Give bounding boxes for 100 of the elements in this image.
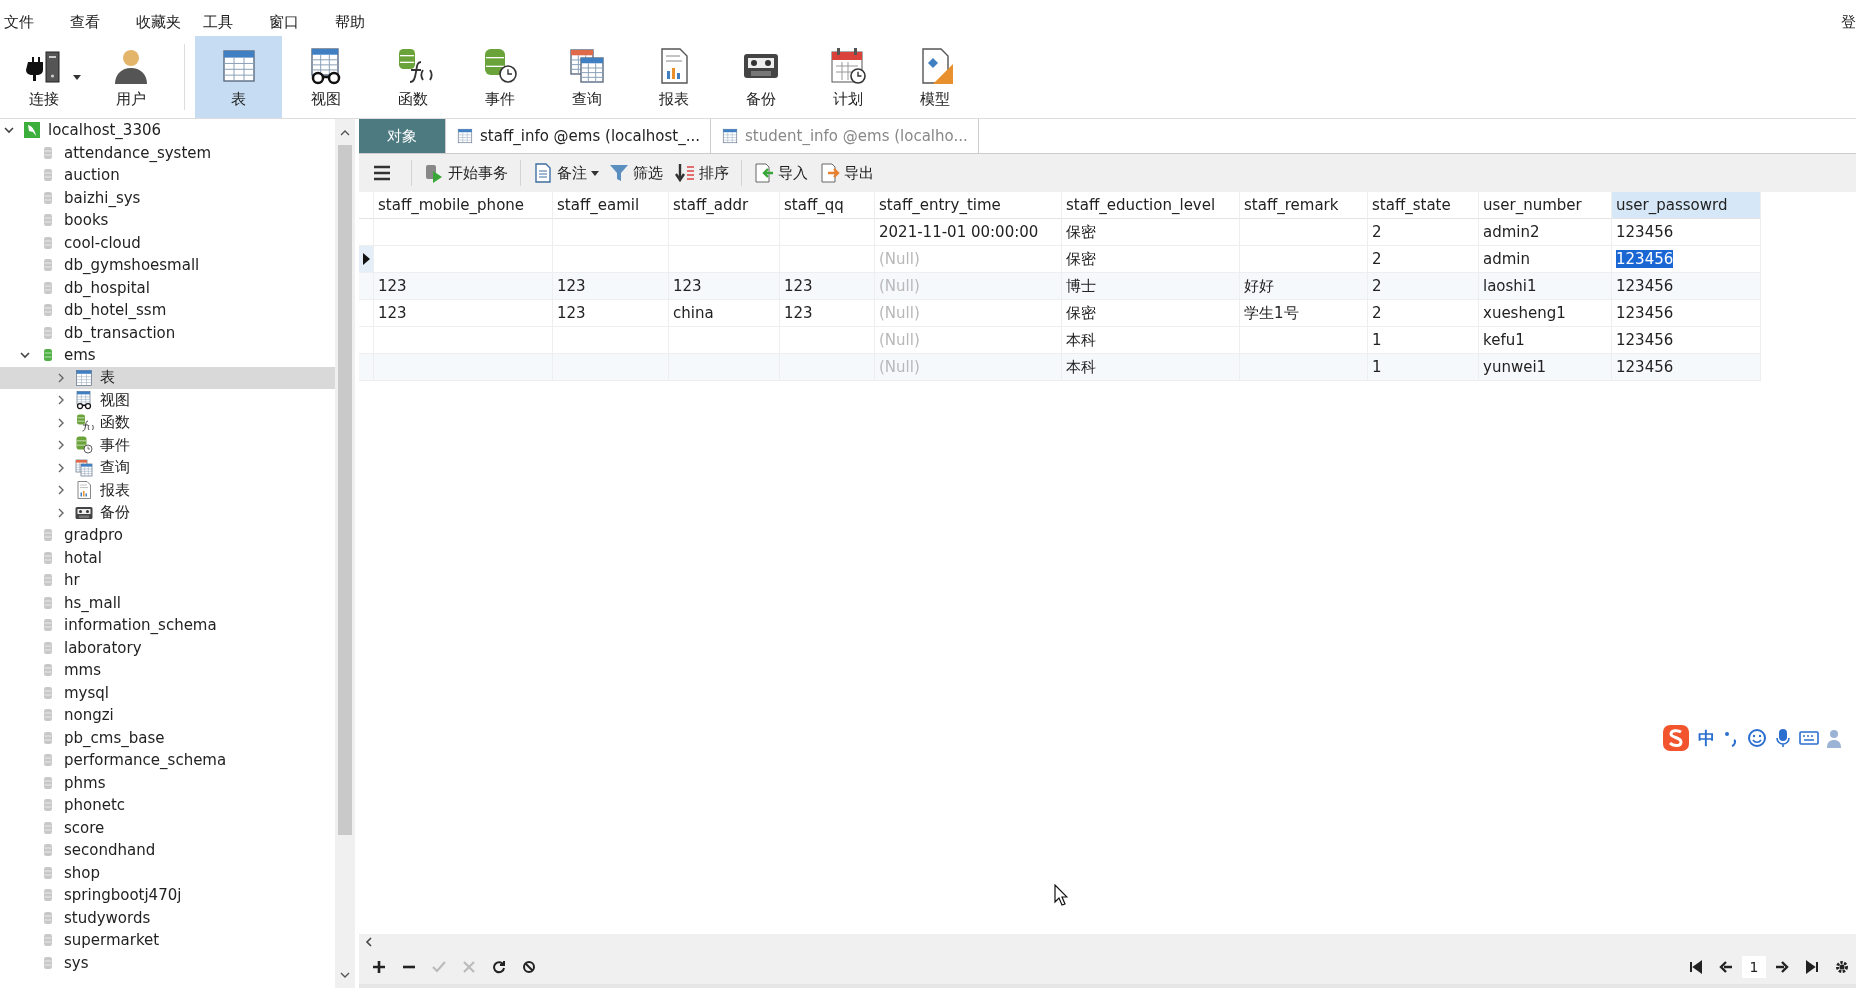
menu-item[interactable]: 帮助 xyxy=(331,12,397,32)
tab[interactable]: 对象 xyxy=(359,119,446,153)
tree-item[interactable]: 事件 xyxy=(0,434,335,457)
column-header[interactable]: staff_addr xyxy=(669,192,780,219)
chevron-right-icon[interactable] xyxy=(57,440,65,451)
chevron-right-icon[interactable] xyxy=(57,485,65,496)
chevron-right-icon[interactable] xyxy=(57,395,65,406)
table-cell: 123 xyxy=(669,273,780,300)
tab[interactable]: student_info @ems (localho... xyxy=(711,119,979,153)
toolbar-button[interactable]: 模型 xyxy=(891,36,978,118)
chevron-right-icon[interactable] xyxy=(57,462,65,473)
tree-item[interactable]: 函数 xyxy=(0,411,335,434)
punctuation-icon[interactable] xyxy=(1723,729,1739,747)
tree-item[interactable]: gradpro xyxy=(0,524,335,547)
column-header[interactable]: staff_remark xyxy=(1240,192,1368,219)
menu-item[interactable]: 收藏夹 xyxy=(132,12,199,32)
tree-item[interactable]: localhost_3306 xyxy=(0,119,335,142)
tree-item[interactable]: hs_mall xyxy=(0,591,335,614)
toolbar-button[interactable]: 备注 xyxy=(527,159,593,187)
tree-item[interactable]: baizhi_sys xyxy=(0,186,335,209)
column-header[interactable]: staff_state xyxy=(1368,192,1479,219)
ime-logo-icon[interactable] xyxy=(1662,724,1690,752)
tree-item[interactable]: hr xyxy=(0,569,335,592)
page-number-field[interactable]: 1 xyxy=(1742,956,1766,978)
scroll-left-icon[interactable] xyxy=(363,936,375,948)
tree-item[interactable]: studywords xyxy=(0,906,335,929)
tree-item[interactable]: springbootj470j xyxy=(0,884,335,907)
column-header[interactable]: staff_mobile_phone xyxy=(374,192,553,219)
toolbar-button[interactable]: 开始事务 xyxy=(418,159,514,187)
chevron-right-icon[interactable] xyxy=(57,507,65,518)
tree-item[interactable]: 报表 xyxy=(0,479,335,502)
tree-item[interactable]: hotal xyxy=(0,546,335,569)
toolbar-button[interactable]: 事件 xyxy=(456,36,543,118)
tree-item[interactable]: shop xyxy=(0,861,335,884)
table-cell: 123456 xyxy=(1612,273,1761,300)
tree-item[interactable]: auction xyxy=(0,164,335,187)
ime-language-toggle[interactable]: 中 xyxy=(1698,726,1715,750)
chevron-right-icon[interactable] xyxy=(57,417,65,428)
tree-item[interactable]: mms xyxy=(0,659,335,682)
toolbar-button[interactable]: 函数 xyxy=(369,36,456,118)
tree-item[interactable]: supermarket xyxy=(0,929,335,952)
toolbar-button[interactable]: 备份 xyxy=(717,36,804,118)
tree-item[interactable]: laboratory xyxy=(0,636,335,659)
tree-item[interactable]: db_transaction xyxy=(0,321,335,344)
menu-item[interactable]: 窗口 xyxy=(265,12,331,32)
menu-item[interactable]: 工具 xyxy=(199,12,265,32)
tree-item[interactable]: phonetc xyxy=(0,794,335,817)
toolbar-button[interactable]: 筛选 xyxy=(603,159,669,187)
toolbar-button[interactable]: 计划 xyxy=(804,36,891,118)
keyboard-icon[interactable] xyxy=(1799,730,1819,746)
toolbar-button[interactable]: 视图 xyxy=(282,36,369,118)
tree-item[interactable]: score xyxy=(0,816,335,839)
toolbar-button[interactable]: 导入 xyxy=(748,159,814,187)
toolbar-button[interactable]: 导出 xyxy=(814,159,880,187)
tree-item[interactable]: mysql xyxy=(0,681,335,704)
tree-item[interactable]: books xyxy=(0,209,335,232)
tree-item[interactable]: attendance_system xyxy=(0,141,335,164)
tree-item[interactable]: 表 xyxy=(0,366,335,389)
smiley-icon[interactable] xyxy=(1747,728,1767,748)
sort-icon xyxy=(675,163,695,183)
login-link[interactable]: 登 xyxy=(1841,12,1856,32)
caret-icon[interactable] xyxy=(591,170,599,176)
toolbar-button[interactable]: 报表 xyxy=(630,36,717,118)
menu-item[interactable]: 查看 xyxy=(66,12,132,32)
column-header[interactable]: staff_entry_time xyxy=(875,192,1062,219)
cross-icon xyxy=(462,960,476,974)
settings-icon xyxy=(1835,960,1849,974)
caret-icon[interactable] xyxy=(73,74,81,80)
tree-item[interactable]: performance_schema xyxy=(0,749,335,772)
tree-item[interactable]: 查询 xyxy=(0,456,335,479)
toolbar-button[interactable]: 连接 xyxy=(0,36,87,118)
scrollbar[interactable] xyxy=(335,119,355,988)
tree-item[interactable]: secondhand xyxy=(0,839,335,862)
chevron-right-icon[interactable] xyxy=(57,372,65,383)
tree-item[interactable]: nongzi xyxy=(0,704,335,727)
tree-item[interactable]: phms xyxy=(0,771,335,794)
tree-item[interactable]: ems xyxy=(0,344,335,367)
tree-item[interactable]: 备份 xyxy=(0,501,335,524)
tree-item[interactable]: cool-cloud xyxy=(0,231,335,254)
column-header[interactable]: staff_eamil xyxy=(553,192,669,219)
chevron-down-icon[interactable] xyxy=(20,351,30,359)
check-icon xyxy=(432,960,446,974)
toolbar-button[interactable]: 排序 xyxy=(669,159,735,187)
menu-item[interactable]: 文件 xyxy=(0,12,66,32)
column-header[interactable]: staff_eduction_level xyxy=(1062,192,1240,219)
microphone-icon[interactable] xyxy=(1775,728,1791,748)
tree-item[interactable]: db_hospital xyxy=(0,276,335,299)
toolbar-button[interactable]: 表 xyxy=(195,36,282,118)
column-header[interactable]: user_passowrd xyxy=(1612,192,1761,219)
tree-item[interactable]: db_gymshoesmall xyxy=(0,254,335,277)
row-header[interactable] xyxy=(359,246,374,273)
toolbar-button[interactable]: 用户 xyxy=(87,36,174,118)
tree-item[interactable]: pb_cms_base xyxy=(0,726,335,749)
tree-item[interactable]: 视图 xyxy=(0,389,335,412)
tree-item[interactable]: db_hotel_ssm xyxy=(0,299,335,322)
chevron-down-icon[interactable] xyxy=(4,126,14,134)
toolbar-button[interactable]: 查询 xyxy=(543,36,630,118)
tree-item[interactable]: information_schema xyxy=(0,614,335,637)
tree-item[interactable]: sys xyxy=(0,951,335,974)
column-header[interactable]: staff_qq xyxy=(780,192,875,219)
